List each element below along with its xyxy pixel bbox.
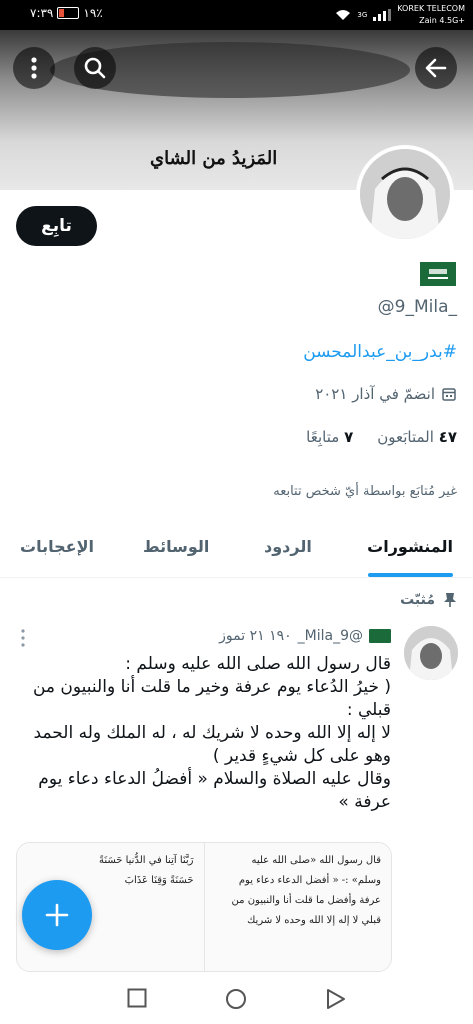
status-right: 3G KOREK TELECOM Zain 4.5G+ bbox=[335, 3, 465, 27]
carrier-bottom: Zain 4.5G+ bbox=[419, 16, 465, 25]
avatar-image bbox=[360, 149, 450, 239]
status-left: ٧:٣٩ ١٩٪ bbox=[30, 6, 103, 20]
tab-replies[interactable]: الردود bbox=[264, 537, 312, 556]
follow-button[interactable]: تابِع bbox=[16, 206, 97, 246]
tweet-avatar[interactable] bbox=[404, 626, 458, 680]
tab-posts[interactable]: المنشورات bbox=[367, 537, 453, 556]
pin-icon bbox=[444, 593, 456, 607]
carrier-top: KOREK TELECOM bbox=[397, 4, 465, 13]
triangle-back-icon[interactable] bbox=[326, 988, 346, 1010]
image-text-line: وسلم» :- « أفضل الدعاء دعاء يوم bbox=[238, 875, 381, 886]
pinned-text: مُثبّت bbox=[400, 592, 435, 608]
banner-caption: المَزيدُ من الشاي bbox=[150, 148, 278, 169]
tweet-line: لا إله إلا الله وحده لا شريك له ، له الم… bbox=[33, 723, 391, 766]
battery-level: ١٩٪ bbox=[83, 6, 103, 20]
battery-icon bbox=[57, 7, 80, 19]
more-options-button[interactable] bbox=[13, 47, 55, 89]
status-time: ٧:٣٩ bbox=[30, 6, 54, 20]
tweet-line: قال رسول الله صلى الله عليه وسلم : bbox=[125, 654, 391, 674]
saudi-flag-icon bbox=[420, 262, 456, 286]
status-bar: ٧:٣٩ ١٩٪ 3G KOREK TELECOM Zain 4.5G+ bbox=[0, 0, 473, 30]
following-stat[interactable]: ٧ متابِعًا bbox=[306, 428, 353, 446]
arrow-back-icon bbox=[425, 58, 447, 78]
followers-count: ٤٧ bbox=[438, 428, 457, 446]
joined-text: انضمّ في آذار ٢٠٢١ bbox=[315, 385, 435, 403]
tab-likes[interactable]: الإعجابات bbox=[20, 537, 94, 556]
calendar-icon bbox=[442, 388, 456, 401]
tab-media[interactable]: الوسائط bbox=[143, 537, 209, 556]
square-icon[interactable] bbox=[127, 988, 147, 1008]
wifi-icon bbox=[336, 10, 351, 20]
bio-hashtag[interactable]: #بدر_بن_عبدالمحسن bbox=[303, 342, 457, 362]
network-type: 3G bbox=[357, 11, 368, 19]
system-nav-bar bbox=[0, 972, 473, 1024]
tweet-text: قال رسول الله صلى الله عليه وسلم : ( خير… bbox=[19, 653, 391, 814]
image-text-line: رَبَّنَا آتِنا في الدُّنيا حَسَنَةً bbox=[98, 855, 194, 866]
tweet-meta: ١٩٠ ٢١ تموز bbox=[219, 628, 292, 644]
image-text-line: عرفة وأفضل ما قلت أنا والنبيون من bbox=[231, 895, 381, 906]
active-tab-indicator bbox=[368, 573, 453, 577]
image-text-line: قال رسول الله «صلى الله عليه bbox=[251, 855, 381, 866]
tweet-flag-icon bbox=[369, 629, 391, 643]
tweet-handle: @9_Mila_ bbox=[297, 628, 363, 644]
circle-icon[interactable] bbox=[225, 988, 247, 1010]
tweet-header: @9_Mila_ ١٩٠ ٢١ تموز bbox=[219, 628, 391, 644]
plus-icon bbox=[45, 903, 69, 927]
not-followed-note: غير مُتابَع بواسطة أيّ شخص تتابعه bbox=[273, 484, 457, 499]
followers-stat[interactable]: ٤٧ المتابَعون bbox=[377, 428, 457, 446]
image-text-line: قبلي لا إله إلا الله وحده لا شريك bbox=[247, 915, 381, 926]
search-icon bbox=[84, 57, 106, 79]
following-count: ٧ bbox=[344, 428, 354, 446]
followers-label: المتابَعون bbox=[377, 428, 434, 446]
pinned-label: مُثبّت bbox=[400, 592, 457, 608]
following-label: متابِعًا bbox=[306, 428, 340, 446]
back-button[interactable] bbox=[415, 47, 457, 89]
follow-stats: ٤٧ المتابَعون ٧ متابِعًا bbox=[306, 428, 457, 446]
more-vertical-icon bbox=[31, 57, 37, 79]
tweet-more-icon[interactable] bbox=[20, 628, 26, 648]
search-button[interactable] bbox=[74, 47, 116, 89]
carrier-info: KOREK TELECOM Zain 4.5G+ bbox=[397, 3, 465, 27]
tweet-line: ( خيرُ الدُعاء يوم عرفة وخير ما قلت أنا … bbox=[32, 677, 391, 720]
profile-tabs: المنشورات الردود الوسائط الإعجابات bbox=[0, 520, 473, 578]
signal-icon bbox=[373, 9, 392, 21]
profile-avatar[interactable] bbox=[356, 145, 454, 243]
tweet-line: وقال عليه الصلاة والسلام « أفضلُ الدعاء … bbox=[38, 769, 391, 812]
compose-button[interactable] bbox=[22, 880, 92, 950]
joined-date: انضمّ في آذار ٢٠٢١ bbox=[315, 385, 457, 403]
tweet-image-2[interactable]: قال رسول الله «صلى الله عليه وسلم» :- « … bbox=[204, 843, 391, 971]
profile-handle: @9_Mila_ bbox=[377, 297, 457, 317]
